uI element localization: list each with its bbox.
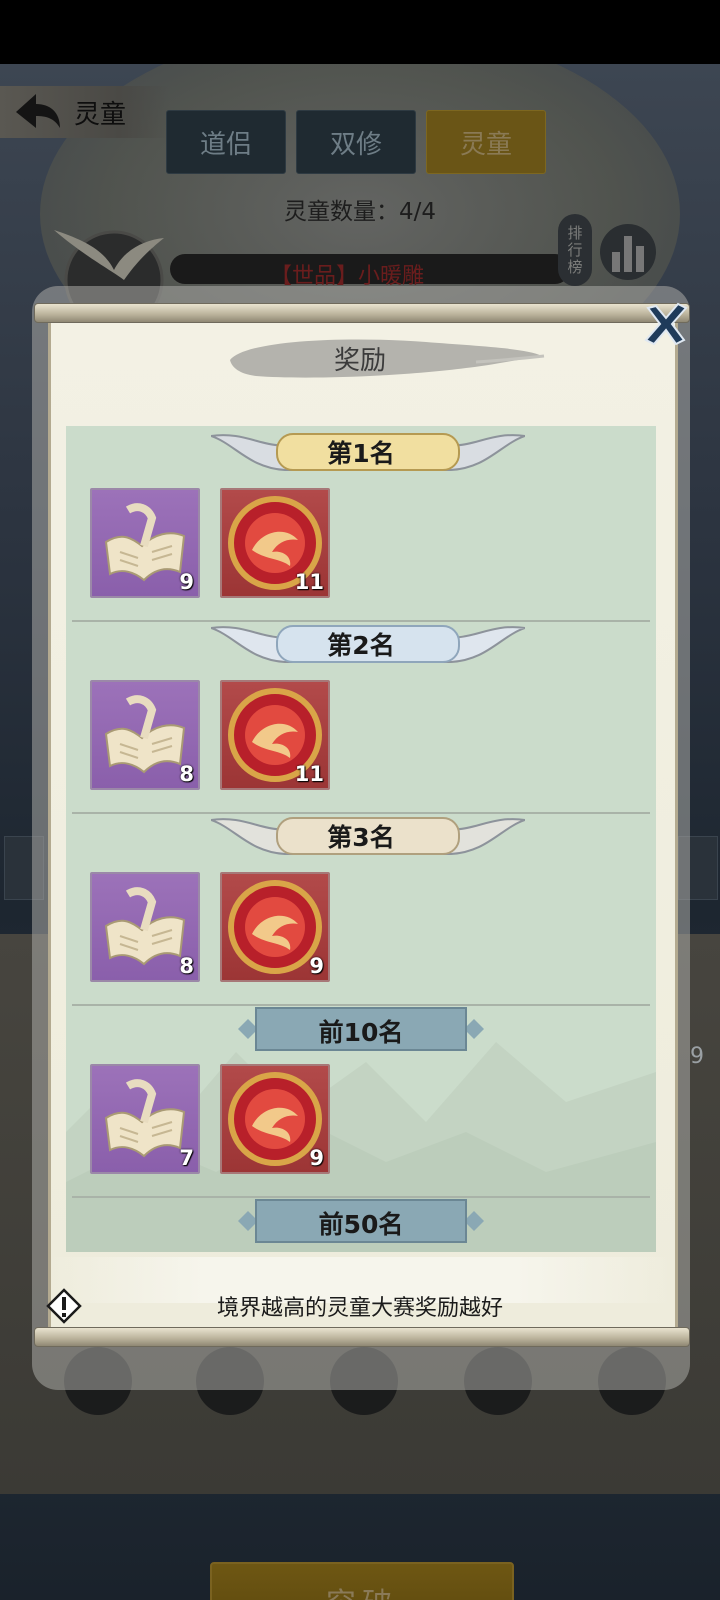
scroll-rod-top [34, 303, 690, 323]
scroll-rod-bottom [34, 1327, 690, 1347]
buff-icon[interactable] [8, 1596, 56, 1600]
rank-section-2: 第2名 8 11 [66, 618, 656, 814]
item-count: 8 [179, 954, 194, 978]
rank-section-1: 第1名 9 11 [66, 426, 656, 622]
breakthrough-button[interactable]: 突破 [210, 1562, 514, 1600]
tab-lingtong[interactable]: 灵童 [426, 110, 546, 174]
rank-label: 前50名 [318, 1210, 404, 1239]
item-count: 7 [179, 1146, 194, 1170]
rank-label: 第2名 [327, 631, 395, 660]
reward-item-slot[interactable]: 11 [220, 680, 330, 790]
item-count: 8 [179, 762, 194, 786]
item-count: 9 [309, 954, 324, 978]
rank-section-top50: 前50名 [66, 1194, 656, 1252]
rank-label: 第1名 [327, 439, 395, 468]
page-title: 灵童 [74, 100, 127, 130]
rank-label: 第3名 [327, 823, 395, 852]
item-count: 9 [179, 570, 194, 594]
tab-shuangxiu[interactable]: 双修 [296, 110, 416, 174]
reward-item-slot[interactable]: 11 [220, 488, 330, 598]
item-count: 11 [294, 762, 324, 786]
reward-item-slot[interactable]: 9 [220, 872, 330, 982]
rank-section-top10: 前10名 7 9 [66, 1002, 656, 1198]
rank-section-3: 第3名 8 9 [66, 810, 656, 1006]
reward-item-slot[interactable]: 7 [90, 1064, 200, 1174]
rank-label: 前10名 [318, 1018, 404, 1047]
tab-daolv[interactable]: 道侣 [166, 110, 286, 174]
reward-item-slot[interactable]: 8 [90, 872, 200, 982]
reward-item-slot[interactable]: 9 [90, 488, 200, 598]
item-count: 9 [309, 1146, 324, 1170]
hint-text: 境界越高的灵童大赛奖励越好 [216, 1296, 503, 1321]
reward-list[interactable]: 第1名 9 11 第2名 8 11 第3名 8 9 前10名 7 9 前50名 [66, 426, 656, 1252]
item-count: 11 [294, 570, 324, 594]
reward-item-slot[interactable]: 8 [90, 680, 200, 790]
leaderboard-bars-icon[interactable] [598, 222, 658, 282]
status-bar [0, 0, 720, 64]
reward-item-slot[interactable]: 9 [220, 1064, 330, 1174]
leaderboard-button[interactable]: 排行榜 [558, 214, 592, 286]
dialog-title: 奖励 [333, 346, 386, 376]
side-number: 9 [690, 1044, 704, 1069]
back-arrow-icon[interactable] [12, 90, 64, 134]
